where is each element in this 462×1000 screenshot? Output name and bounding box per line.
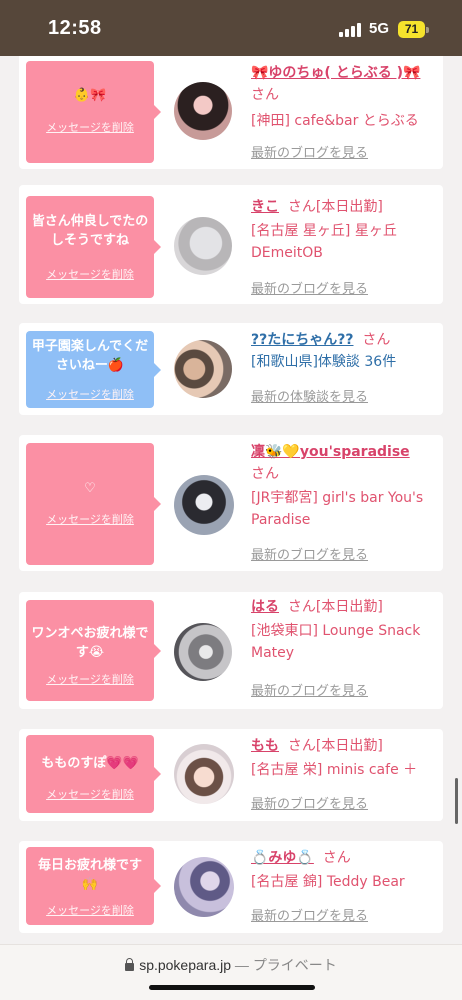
latest-blog-link[interactable]: 最新のブログを見る xyxy=(251,905,368,924)
girl-name-link[interactable]: ??たにちゃん?? xyxy=(251,332,353,348)
girl-name-link[interactable]: はる xyxy=(251,599,279,615)
browser-url-bar[interactable]: sp.pokepara.jp — プライベート xyxy=(0,944,462,1000)
shop-info: [名古屋 錦] Teddy Bear xyxy=(251,874,405,890)
latest-blog-link[interactable]: 最新のブログを見る xyxy=(251,680,368,699)
private-mode-label: プライベート xyxy=(252,957,337,973)
message-card: 甲子園楽しんでくださいねー🍎 メッセージを削除 ??たにちゃん?? さん [和歌… xyxy=(19,323,443,415)
avatar[interactable] xyxy=(174,217,232,275)
delete-message-link[interactable]: メッセージを削除 xyxy=(26,786,154,802)
latest-blog-link[interactable]: 最新のブログを見る xyxy=(251,142,368,161)
avatar[interactable] xyxy=(174,475,234,535)
delete-message-link[interactable]: メッセージを削除 xyxy=(26,119,154,135)
shop-info: [JR宇都宮] girl's bar You's Paradise xyxy=(251,490,424,528)
girl-name-link[interactable]: きこ xyxy=(251,199,279,215)
honorific: さん xyxy=(251,87,279,103)
message-bubble: 👶🎀 メッセージを削除 xyxy=(26,61,161,163)
shop-info: [池袋東口] Lounge Snack Matey xyxy=(251,623,421,661)
message-bubble: ワンオペお疲れ様です😭 メッセージを削除 xyxy=(26,600,161,701)
battery-cap xyxy=(426,27,429,33)
avatar[interactable] xyxy=(174,82,232,140)
latest-blog-link[interactable]: 最新のブログを見る xyxy=(251,544,368,563)
message-text: ♡ xyxy=(84,481,96,496)
message-card: 👶🎀 メッセージを削除 🎀ゆのちゅ( とらぶる )🎀 さん [神田] cafe&… xyxy=(19,56,443,169)
avatar[interactable] xyxy=(174,623,232,681)
honorific: さん xyxy=(362,332,391,348)
attendance-tag: [本日出勤] xyxy=(315,738,383,754)
message-text: 👶🎀 xyxy=(73,88,107,103)
honorific: さん xyxy=(287,738,316,754)
message-bubble: 皆さん仲良しでたのしそうですね メッセージを削除 xyxy=(26,196,161,298)
honorific: さん xyxy=(287,599,316,615)
avatar[interactable] xyxy=(174,857,234,917)
delete-message-link[interactable]: メッセージを削除 xyxy=(26,266,154,282)
battery-icon: 71 xyxy=(398,21,425,38)
honorific: さん xyxy=(322,850,351,866)
girl-name-link[interactable]: 凜🐝💛you'sparadise xyxy=(251,444,410,460)
scrollbar[interactable] xyxy=(455,778,458,824)
message-text: ワンオペお疲れ様です😭 xyxy=(31,626,149,660)
url-separator: — xyxy=(234,957,249,973)
message-card: 毎日お疲れ様です🙌 メッセージを削除 💍みゆ💍 さん [名古屋 錦] Teddy… xyxy=(19,841,443,933)
network-type: 5G xyxy=(369,20,390,37)
delete-message-link[interactable]: メッセージを削除 xyxy=(26,671,154,687)
avatar[interactable] xyxy=(174,744,234,804)
girl-name-link[interactable]: 🎀ゆのちゅ( とらぶる )🎀 xyxy=(251,65,420,81)
shop-info: [名古屋 星ヶ丘] 星ヶ丘 DEmeitOB xyxy=(251,223,397,261)
latest-review-link[interactable]: 最新の体験談を見る xyxy=(251,386,368,405)
message-bubble: 甲子園楽しんでくださいねー🍎 メッセージを削除 xyxy=(26,331,161,408)
message-text: 皆さん仲良しでたのしそうですね xyxy=(31,214,149,248)
honorific: さん xyxy=(287,199,316,215)
avatar[interactable] xyxy=(174,340,232,398)
lock-icon xyxy=(125,958,135,971)
shop-info: [名古屋 栄] minis cafe ＋ xyxy=(251,762,418,778)
home-indicator[interactable] xyxy=(149,985,315,990)
status-bar: 12:58 5G 71 xyxy=(0,0,462,56)
delete-message-link[interactable]: メッセージを削除 xyxy=(26,902,154,918)
message-card: もものすぽ💗💗 メッセージを削除 もも さん[本日出勤] [名古屋 栄] min… xyxy=(19,729,443,821)
message-bubble: 毎日お疲れ様です🙌 メッセージを削除 xyxy=(26,847,161,925)
message-card: ワンオペお疲れ様です😭 メッセージを削除 はる さん[本日出勤] [池袋東口] … xyxy=(19,592,443,709)
message-text: 甲子園楽しんでくださいねー🍎 xyxy=(31,339,149,373)
url-text[interactable]: sp.pokepara.jp xyxy=(139,957,231,973)
message-list[interactable]: 👶🎀 メッセージを削除 🎀ゆのちゅ( とらぶる )🎀 さん [神田] cafe&… xyxy=(0,56,462,944)
message-bubble: ♡ メッセージを削除 xyxy=(26,443,161,565)
latest-blog-link[interactable]: 最新のブログを見る xyxy=(251,793,368,812)
clock: 12:58 xyxy=(48,17,102,39)
delete-message-link[interactable]: メッセージを削除 xyxy=(26,386,154,402)
message-text: 毎日お疲れ様です🙌 xyxy=(37,858,142,892)
attendance-tag: [本日出勤] xyxy=(315,199,383,215)
attendance-tag: [本日出勤] xyxy=(315,599,383,615)
message-card: 皆さん仲良しでたのしそうですね メッセージを削除 きこ さん[本日出勤] [名古… xyxy=(19,185,443,304)
message-card: ♡ メッセージを削除 凜🐝💛you'sparadise さん [JR宇都宮] g… xyxy=(19,435,443,571)
girl-name-link[interactable]: 💍みゆ💍 xyxy=(251,850,314,866)
shop-info: [神田] cafe&bar とらぶる xyxy=(251,113,419,129)
honorific: さん xyxy=(251,466,279,482)
girl-name-link[interactable]: もも xyxy=(251,738,279,754)
shop-info: [和歌山県]体験談 36件 xyxy=(251,354,397,370)
latest-blog-link[interactable]: 最新のブログを見る xyxy=(251,278,368,297)
signal-icon xyxy=(339,23,361,37)
message-bubble: もものすぽ💗💗 メッセージを削除 xyxy=(26,735,161,813)
delete-message-link[interactable]: メッセージを削除 xyxy=(26,511,154,527)
message-text: もものすぽ💗💗 xyxy=(41,756,139,771)
